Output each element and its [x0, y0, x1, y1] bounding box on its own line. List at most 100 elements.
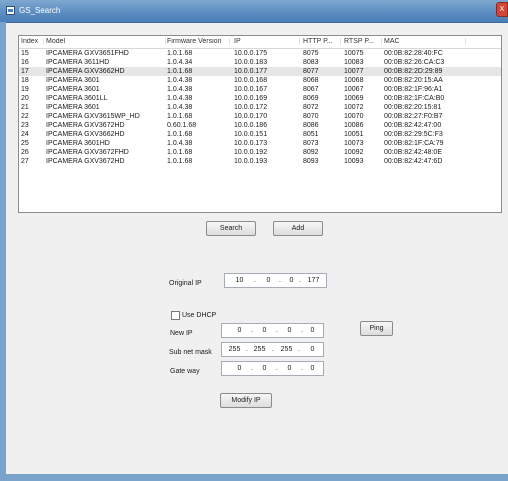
- cell-ip: 10.0.0.177: [234, 68, 268, 75]
- cell-index: 20: [21, 95, 29, 102]
- device-table[interactable]: Index Model Firmware Version ˆ IP HTTP P…: [18, 35, 502, 213]
- cell-http: 8077: [303, 68, 319, 75]
- cell-mac: 00:0B:82:28:40:FC: [384, 50, 443, 57]
- window-title: GS_Search: [19, 6, 61, 15]
- table-row[interactable]: 21 IPCAMERA 3601 1.0.4.38 10.0.0.172 8072 100…: [19, 103, 501, 112]
- ping-button[interactable]: Ping: [360, 321, 393, 336]
- table-row[interactable]: 27 IPCAMERA GXV3672HD 1.0.1.68 10.0.0.193 80…: [19, 157, 501, 166]
- gateway-octet-3: 0: [287, 365, 292, 372]
- cell-http: 8067: [303, 86, 319, 93]
- original-ip-field[interactable]: 10 . 0 . 0 . 177: [224, 273, 327, 288]
- cell-rtsp: 10072: [344, 104, 364, 111]
- cell-ip: 10.0.0.173: [234, 140, 268, 147]
- ip-dot: .: [246, 346, 248, 353]
- close-button[interactable]: X: [496, 2, 508, 17]
- cell-firmware: 1.0.4.38: [167, 140, 193, 147]
- table-row[interactable]: 23 IPCAMERA GXV3672HD 0.60.1.68 10.0.0.186 8…: [19, 121, 501, 130]
- cell-model: IPCAMERA GXV3615WP_HD: [46, 113, 140, 120]
- cell-mac: 00:0B:82:27:F0:B7: [384, 113, 443, 120]
- table-row[interactable]: 17 IPCAMERA GXV3662HD 1.0.1.68 10.0.0.177 80…: [19, 67, 501, 76]
- subnet-mask-field[interactable]: 255 . 255 . 255 . 0: [221, 342, 324, 357]
- cell-index: 24: [21, 131, 29, 138]
- search-button[interactable]: Search: [206, 221, 256, 236]
- cell-index: 15: [21, 50, 29, 57]
- cell-rtsp: 10083: [344, 59, 364, 66]
- cell-firmware: 1.0.1.68: [167, 158, 193, 165]
- table-row[interactable]: 25 IPCAMERA 3601HD 1.0.4.38 10.0.0.173 8073 1…: [19, 139, 501, 148]
- cell-model: IPCAMERA 3601LL: [46, 95, 108, 102]
- cell-rtsp: 10070: [344, 113, 364, 120]
- column-header-ip[interactable]: IP: [234, 38, 300, 45]
- column-header-firmware[interactable]: Firmware Version: [167, 38, 230, 45]
- column-header-mac[interactable]: MAC: [384, 38, 466, 45]
- cell-mac: 00:0B:82:2D:29:89: [384, 68, 443, 75]
- cell-mac: 00:0B:82:42:47:6D: [384, 158, 443, 165]
- gateway-octet-1: 0: [237, 365, 242, 372]
- cell-model: IPCAMERA GXV3662HD: [46, 131, 125, 138]
- cell-mac: 00:0B:82:1F:96:A1: [384, 86, 443, 93]
- subnet-octet-3: 255: [280, 346, 293, 353]
- cell-index: 25: [21, 140, 29, 147]
- cell-firmware: 1.0.4.38: [167, 95, 193, 102]
- cell-ip: 10.0.0.193: [234, 158, 268, 165]
- ip-dot: .: [301, 327, 303, 334]
- cell-index: 23: [21, 122, 29, 129]
- cell-http: 8072: [303, 104, 319, 111]
- table-row[interactable]: 19 IPCAMERA 3601 1.0.4.38 10.0.0.167 8067 100…: [19, 85, 501, 94]
- cell-mac: 00:0B:82:29:5C:F3: [384, 131, 443, 138]
- cell-model: IPCAMERA GXV3662HD: [46, 68, 125, 75]
- table-row[interactable]: 22 IPCAMERA GXV3615WP_HD 1.0.1.68 10.0.0.17…: [19, 112, 501, 121]
- subnet-octet-4: 0: [310, 346, 315, 353]
- cell-mac: 00:0B:82:26:CA:C3: [384, 59, 445, 66]
- cell-model: IPCAMERA GXV3651FHD: [46, 50, 129, 57]
- sort-arrow-icon: ˆ: [231, 36, 233, 42]
- table-row[interactable]: 18 IPCAMERA 3601 1.0.4.38 10.0.0.168 8068 100…: [19, 76, 501, 85]
- cell-ip: 10.0.0.169: [234, 95, 268, 102]
- title-bar: GS_Search X: [0, 0, 508, 23]
- cell-ip: 10.0.0.167: [234, 86, 268, 93]
- new-ip-field[interactable]: 0 . 0 . 0 . 0: [221, 323, 324, 338]
- cell-ip: 10.0.0.183: [234, 59, 268, 66]
- use-dhcp-checkbox[interactable]: [171, 311, 180, 320]
- ip-dot: .: [279, 277, 281, 284]
- cell-rtsp: 10077: [344, 68, 364, 75]
- gateway-field[interactable]: 0 . 0 . 0 . 0: [221, 361, 324, 376]
- ip-dot: .: [276, 365, 278, 372]
- cell-http: 8083: [303, 59, 319, 66]
- cell-rtsp: 10075: [344, 50, 364, 57]
- new-ip-octet-1: 0: [237, 327, 242, 334]
- cell-firmware: 1.0.4.38: [167, 104, 193, 111]
- table-row[interactable]: 26 IPCAMERA GXV3672FHD 1.0.1.68 10.0.0.192 8…: [19, 148, 501, 157]
- cell-rtsp: 10093: [344, 158, 364, 165]
- column-header-index[interactable]: Index: [21, 38, 44, 45]
- table-row[interactable]: 20 IPCAMERA 3601LL 1.0.4.38 10.0.0.169 8069 1…: [19, 94, 501, 103]
- cell-model: IPCAMERA 3611HD: [46, 59, 110, 66]
- cell-firmware: 1.0.4.34: [167, 59, 193, 66]
- column-header-http-port[interactable]: HTTP P...: [303, 38, 341, 45]
- cell-firmware: 0.60.1.68: [167, 122, 197, 129]
- cell-mac: 00:0B:82:1F:CA:79: [384, 140, 444, 147]
- modify-ip-button[interactable]: Modify IP: [220, 393, 272, 408]
- cell-http: 8070: [303, 113, 319, 120]
- cell-http: 8086: [303, 122, 319, 129]
- table-row[interactable]: 24 IPCAMERA GXV3662HD 1.0.1.68 10.0.0.151 80…: [19, 130, 501, 139]
- table-row[interactable]: 15 IPCAMERA GXV3651FHD 1.0.1.68 10.0.0.175 8…: [19, 49, 501, 58]
- cell-http: 8093: [303, 158, 319, 165]
- cell-rtsp: 10067: [344, 86, 364, 93]
- cell-index: 26: [21, 149, 29, 156]
- cell-index: 22: [21, 113, 29, 120]
- table-row[interactable]: 16 IPCAMERA 3611HD 1.0.4.34 10.0.0.183 8083 1…: [19, 58, 501, 67]
- ip-dot: .: [251, 365, 253, 372]
- column-header-model[interactable]: Model: [46, 38, 166, 45]
- cell-model: IPCAMERA GXV3672HD: [46, 158, 125, 165]
- cell-index: 18: [21, 77, 29, 84]
- gateway-label: Gate way: [170, 368, 200, 375]
- add-button[interactable]: Add: [273, 221, 323, 236]
- cell-model: IPCAMERA GXV3672FHD: [46, 149, 129, 156]
- column-header-rtsp-port[interactable]: RTSP P...: [344, 38, 382, 45]
- cell-firmware: 1.0.1.68: [167, 68, 193, 75]
- cell-rtsp: 10069: [344, 95, 364, 102]
- cell-http: 8069: [303, 95, 319, 102]
- cell-mac: 00:0B:82:20:15:81: [384, 104, 442, 111]
- table-header: Index Model Firmware Version ˆ IP HTTP P…: [19, 36, 501, 49]
